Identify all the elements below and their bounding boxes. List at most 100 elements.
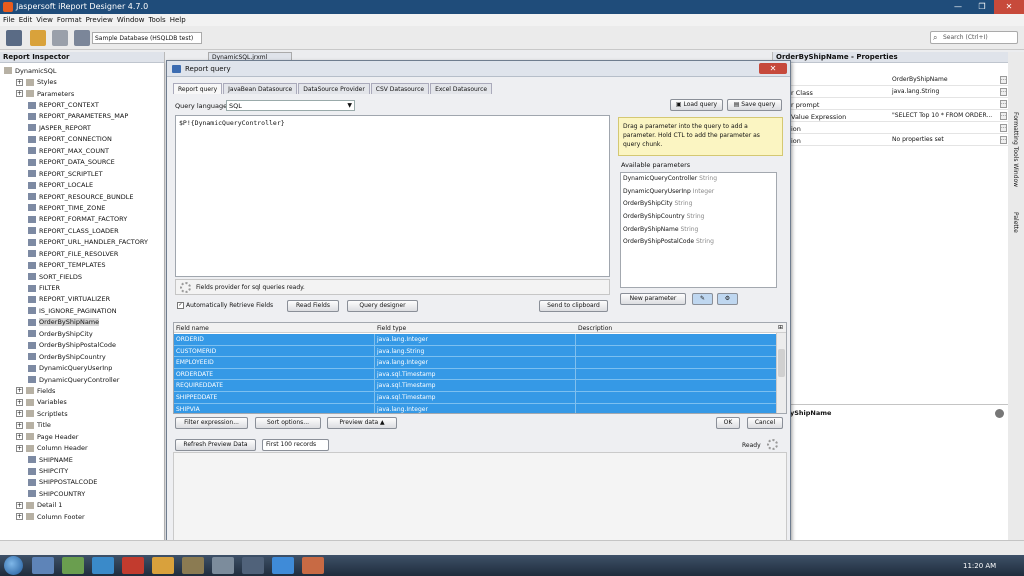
property-row[interactable]: r Class java.lang.String… [773, 87, 1009, 98]
tree-item[interactable]: + Column Footer [0, 511, 164, 522]
menu-tools[interactable]: Tools [148, 14, 169, 26]
tree-item[interactable]: OrderByShipPostalCode [0, 340, 164, 351]
maximize-button[interactable]: ❐ [970, 0, 994, 14]
property-row[interactable]: Value Expression "SELECT Top 10 * FROM OR… [773, 111, 1009, 122]
sort-options-button[interactable]: Sort options... [255, 417, 321, 429]
ok-button[interactable]: OK [716, 417, 740, 429]
tree-item[interactable]: SHIPPOSTALCODE [0, 477, 164, 488]
preview-data-button[interactable]: Preview data ▲ [327, 417, 397, 429]
read-fields-button[interactable]: Read Fields [287, 300, 339, 312]
new-parameter-button[interactable]: New parameter [620, 293, 686, 305]
tree-item[interactable]: FILTER [0, 282, 164, 293]
side-tab-palette[interactable]: Palette [1012, 212, 1019, 233]
datasource-icon[interactable] [74, 30, 90, 46]
table-row[interactable]: EMPLOYEEID java.lang.Integer [174, 357, 778, 369]
tree-item[interactable]: REPORT_SCRIPTLET [0, 168, 164, 179]
ellipsis-icon[interactable]: … [1000, 100, 1007, 108]
property-value[interactable]: java.lang.String [890, 88, 998, 97]
tree-item[interactable]: REPORT_TEMPLATES [0, 259, 164, 270]
tree-item[interactable]: OrderByShipCountry [0, 351, 164, 362]
taskbar-app4-icon[interactable] [272, 557, 294, 574]
tree-item[interactable]: DynamicQueryUserInp [0, 362, 164, 373]
filter-expression-button[interactable]: Filter expression... [175, 417, 248, 429]
property-row[interactable]: OrderByShipName… [773, 75, 1009, 86]
close-window-button[interactable]: ✕ [994, 0, 1024, 14]
auto-retrieve-checkbox[interactable]: ✓ [177, 302, 184, 309]
tree-item[interactable]: REPORT_CLASS_LOADER [0, 225, 164, 236]
query-designer-button[interactable]: Query designer [347, 300, 418, 312]
tree-item[interactable]: + Parameters [0, 88, 164, 99]
parameter-item[interactable]: DynamicQueryController String [623, 175, 774, 188]
parameter-properties-icon[interactable]: ⚙ [717, 293, 738, 305]
property-row[interactable]: ion No properties set… [773, 135, 1009, 146]
tree-item[interactable]: DynamicSQL [0, 65, 164, 76]
tree-item[interactable]: SHIPNAME [0, 454, 164, 465]
tab-csv-datasource[interactable]: CSV Datasource [370, 83, 430, 94]
tree-item[interactable]: + Variables [0, 397, 164, 408]
taskbar-clock[interactable]: 11:20 AM [963, 562, 996, 570]
tree-item[interactable]: + Scriptlets [0, 408, 164, 419]
table-row[interactable]: CUSTOMERID java.lang.String [174, 345, 778, 358]
table-row[interactable]: SHIPPEDDATE java.sql.Timestamp [174, 392, 778, 404]
dialog-close-button[interactable]: ✕ [759, 63, 787, 74]
tree-item[interactable]: REPORT_MAX_COUNT [0, 145, 164, 156]
menu-window[interactable]: Window [117, 14, 149, 26]
tree-item[interactable]: + Detail 1 [0, 500, 164, 511]
auto-retrieve-option[interactable]: ✓ Automatically Retrieve Fields [177, 302, 273, 309]
taskbar-app3-icon[interactable] [242, 557, 264, 574]
edit-parameter-icon[interactable]: ✎ [692, 293, 713, 305]
table-corner-icon[interactable]: ⊞ [778, 324, 783, 331]
undo-icon[interactable] [30, 30, 46, 46]
property-value[interactable]: No properties set [890, 136, 998, 145]
tree-item[interactable]: JASPER_REPORT [0, 122, 164, 133]
menu-preview[interactable]: Preview [86, 14, 117, 26]
tree-item[interactable]: REPORT_PARAMETERS_MAP [0, 111, 164, 122]
tree-item[interactable]: + Styles [0, 76, 164, 87]
ellipsis-icon[interactable]: … [1000, 112, 1007, 120]
records-limit-select[interactable]: First 100 records [262, 439, 329, 451]
menu-format[interactable]: Format [57, 14, 86, 26]
tree-item[interactable]: SHIPCITY [0, 465, 164, 476]
tree-item[interactable]: SORT_FIELDS [0, 271, 164, 282]
taskbar-ireport-icon[interactable] [302, 557, 324, 574]
property-value[interactable]: OrderByShipName [890, 76, 998, 85]
ellipsis-icon[interactable]: … [1000, 124, 1007, 132]
tree-item[interactable]: OrderByShipName [0, 317, 164, 328]
menu-view[interactable]: View [36, 14, 57, 26]
tree-item[interactable]: + Column Header [0, 442, 164, 453]
save-query-button[interactable]: ▤ Save query [727, 99, 782, 111]
table-row[interactable]: ORDERID java.lang.Integer [174, 334, 778, 346]
property-value[interactable] [890, 100, 998, 109]
side-tab-formatting-tools[interactable]: Formatting Tools Window [1012, 112, 1019, 187]
send-to-clipboard-button[interactable]: Send to clipboard [539, 300, 608, 312]
load-query-button[interactable]: ▣ Load query [670, 99, 723, 111]
tree-item[interactable]: + Title [0, 420, 164, 431]
available-parameters-list[interactable]: DynamicQueryController String DynamicQuer… [620, 172, 777, 288]
tree-item[interactable]: IS_IGNORE_PAGINATION [0, 305, 164, 316]
help-dot-icon[interactable] [995, 409, 1004, 418]
menu-help[interactable]: Help [170, 14, 190, 26]
taskbar-app2-icon[interactable] [212, 557, 234, 574]
tree-item[interactable]: DynamicQueryController [0, 374, 164, 385]
column-description[interactable]: Description [578, 325, 612, 332]
expand-toggle-icon[interactable]: + [16, 387, 23, 395]
parameter-item[interactable]: OrderByShipCity String [623, 200, 774, 213]
minimize-button[interactable]: — [946, 0, 970, 14]
ellipsis-icon[interactable]: … [1000, 88, 1007, 96]
expand-toggle-icon[interactable]: + [16, 444, 23, 452]
tab-datasource-provider[interactable]: DataSource Provider [298, 83, 370, 94]
expand-toggle-icon[interactable]: + [16, 501, 23, 509]
expand-toggle-icon[interactable]: + [16, 421, 23, 429]
tree-item[interactable]: REPORT_VIRTUALIZER [0, 294, 164, 305]
tree-item[interactable]: + Page Header [0, 431, 164, 442]
tree-item[interactable]: REPORT_CONNECTION [0, 134, 164, 145]
column-field-type[interactable]: Field type [377, 325, 406, 332]
tab-excel-datasource[interactable]: Excel Datasource [430, 83, 493, 94]
tree-item[interactable]: REPORT_LOCALE [0, 179, 164, 190]
tree-item[interactable]: REPORT_FORMAT_FACTORY [0, 214, 164, 225]
search-input[interactable]: ⌕ Search (Ctrl+I) [930, 31, 1018, 44]
table-row[interactable]: REQUIREDDATE java.sql.Timestamp [174, 380, 778, 392]
expand-toggle-icon[interactable]: + [16, 90, 23, 98]
query-editor[interactable]: $P!{DynamicQueryController} [175, 115, 610, 277]
save-icon[interactable] [6, 30, 22, 46]
